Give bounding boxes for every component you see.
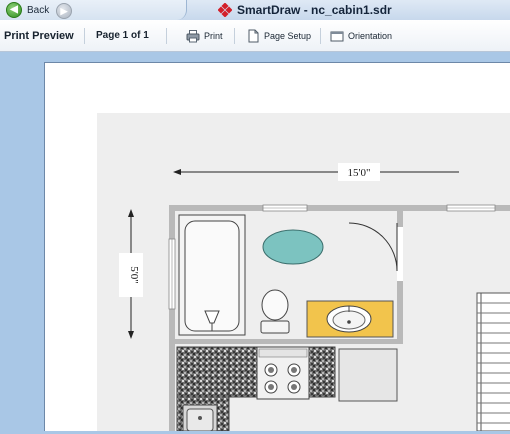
page-setup-button[interactable]: Page Setup <box>246 28 311 44</box>
orientation-button[interactable]: Orientation <box>330 28 392 44</box>
toolbar-divider <box>320 28 321 44</box>
oval-rug <box>262 229 324 265</box>
refrigerator <box>338 348 398 402</box>
printer-icon <box>186 30 200 43</box>
floor-plan: 15'0" 5'0" <box>119 163 510 432</box>
toilet <box>260 289 290 334</box>
back-label: Back <box>27 4 50 16</box>
page-icon <box>248 29 259 43</box>
toolbar-divider <box>84 28 85 44</box>
forward-arrow-icon: ▶ <box>60 5 68 16</box>
print-preview-toolbar: Print Preview Page 1 of 1 Print Page Set… <box>0 20 510 52</box>
back-button[interactable]: ◀ Back <box>6 2 49 18</box>
print-label: Print <box>204 31 223 41</box>
height-dimension-label: 5'0" <box>128 266 140 283</box>
toolbar-title: Print Preview <box>4 30 74 42</box>
preview-area[interactable]: 15'0" 5'0" <box>0 52 510 432</box>
height-dimension: 5'0" <box>119 209 143 339</box>
page-setup-label: Page Setup <box>264 31 312 41</box>
stove <box>256 346 310 400</box>
page-indicator: Page 1 of 1 <box>96 30 149 41</box>
print-button[interactable]: Print <box>186 28 223 44</box>
door-swing <box>348 222 398 272</box>
width-dimension-label: 15'0" <box>348 167 371 179</box>
vanity-sink <box>306 300 394 338</box>
title-bar: ◀ Back ▶ SmartDraw - nc_cabin1.sdr <box>0 0 510 20</box>
orientation-label: Orientation <box>348 31 393 41</box>
bathtub <box>178 214 246 336</box>
width-dimension: 15'0" <box>173 163 459 181</box>
drawing-area: 15'0" 5'0" <box>97 113 510 432</box>
document-title-text: SmartDraw - nc_cabin1.sdr <box>237 3 392 17</box>
orientation-icon <box>330 31 344 42</box>
print-page: 15'0" 5'0" <box>44 62 510 432</box>
document-title: SmartDraw - nc_cabin1.sdr <box>218 2 392 18</box>
kitchen-counter <box>176 346 336 432</box>
back-arrow-icon: ◀ <box>6 2 22 18</box>
forward-button[interactable]: ▶ <box>56 3 72 19</box>
stairs <box>476 292 510 432</box>
smartdraw-diamond-icon <box>218 3 232 17</box>
toolbar-divider <box>234 28 235 44</box>
toolbar-divider <box>166 28 167 44</box>
nav-tab-strip: ◀ Back ▶ <box>0 0 187 20</box>
